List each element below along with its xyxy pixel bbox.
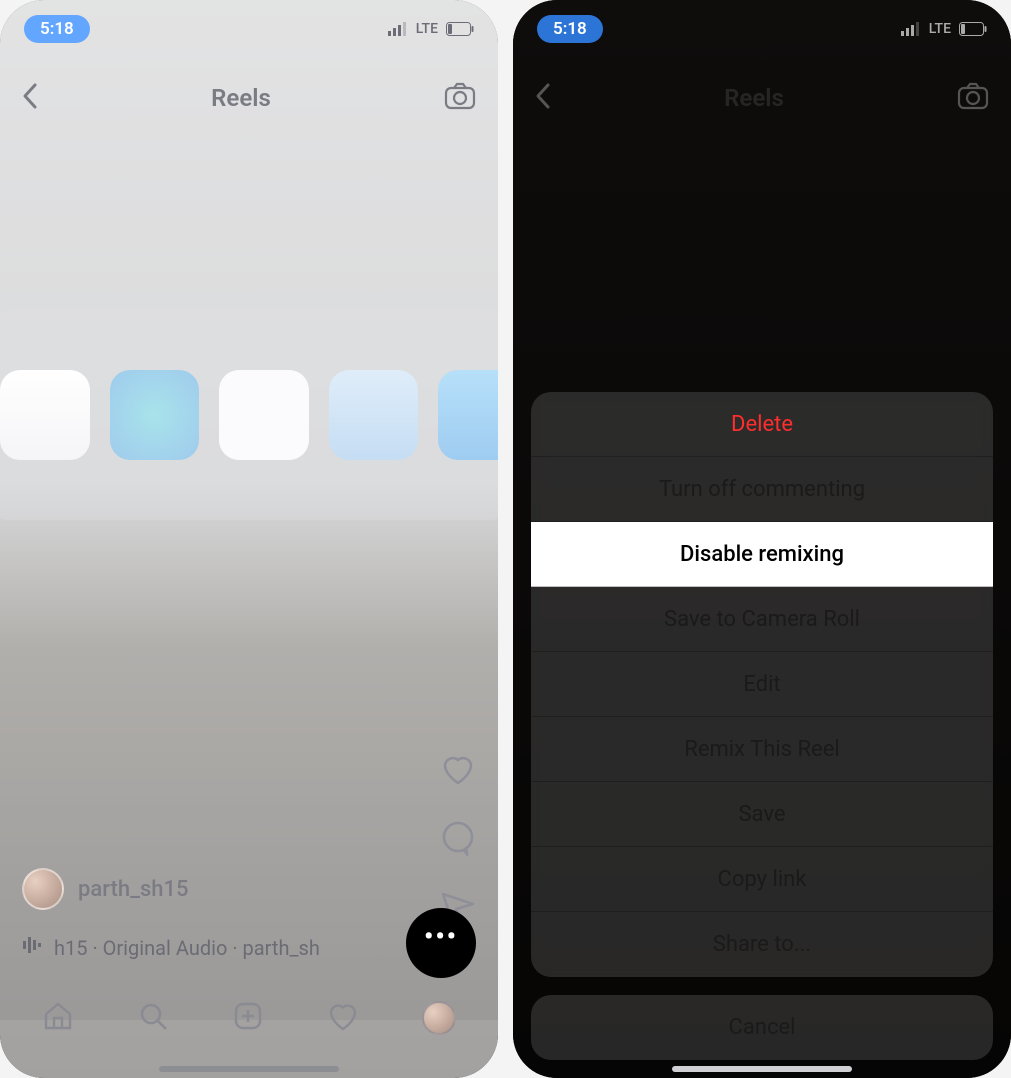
battery-icon: [446, 22, 474, 36]
home-indicator[interactable]: [159, 1066, 339, 1072]
sheet-item-save-camera-roll[interactable]: Save to Camera Roll: [531, 587, 993, 652]
audio-label: h15 · Original Audio · parth_sh: [54, 936, 320, 960]
sheet-item-edit[interactable]: Edit: [531, 652, 993, 717]
like-icon[interactable]: [440, 752, 476, 790]
home-icon[interactable]: [42, 1000, 74, 1036]
comment-icon[interactable]: [440, 820, 476, 860]
status-bar: 5:18 LTE: [513, 14, 1011, 44]
sheet-item-turn-off-commenting[interactable]: Turn off commenting: [531, 457, 993, 522]
audio-row[interactable]: h15 · Original Audio · parth_sh: [22, 935, 378, 960]
page-title: Reels: [724, 84, 784, 112]
sheet-item-delete[interactable]: Delete: [531, 392, 993, 457]
sheet-item-disable-remixing[interactable]: Disable remixing: [531, 522, 993, 587]
status-bar: 5:18 LTE: [0, 14, 498, 44]
back-icon[interactable]: [22, 82, 38, 114]
page-title: Reels: [211, 84, 271, 112]
action-rail: [440, 752, 476, 928]
phone-screen-left: 5:18 LTE Reels •••: [0, 0, 498, 1078]
top-nav: Reels: [0, 68, 498, 128]
home-indicator[interactable]: [672, 1066, 852, 1072]
activity-icon[interactable]: [327, 1001, 359, 1035]
sheet-item-share-to[interactable]: Share to...: [531, 912, 993, 977]
user-row[interactable]: parth_sh15: [22, 868, 189, 910]
search-icon[interactable]: [137, 1000, 169, 1036]
username-label: parth_sh15: [78, 877, 189, 902]
sheet-item-save[interactable]: Save: [531, 782, 993, 847]
bottom-nav: [0, 988, 498, 1060]
sheet-item-remix-this-reel[interactable]: Remix This Reel: [531, 717, 993, 782]
avatar: [22, 868, 64, 910]
avatar: [422, 1001, 456, 1035]
create-icon[interactable]: [232, 1000, 264, 1036]
camera-icon: [957, 82, 989, 114]
sheet-item-copy-link[interactable]: Copy link: [531, 847, 993, 912]
sheet-cancel-button[interactable]: Cancel: [531, 995, 993, 1060]
cellular-signal-icon: [901, 22, 921, 36]
battery-icon: [959, 22, 987, 36]
audio-bars-icon: [22, 935, 42, 960]
phone-screen-right: 5:18 LTE Reels Delete Turn off commentin…: [513, 0, 1011, 1078]
profile-tab[interactable]: [422, 1001, 456, 1035]
top-nav: Reels: [513, 68, 1011, 128]
status-time: 5:18: [24, 15, 90, 43]
network-label: LTE: [929, 21, 951, 37]
camera-icon[interactable]: [444, 82, 476, 114]
action-sheet-container: Delete Turn off commenting Disable remix…: [531, 392, 993, 1060]
status-time: 5:18: [537, 15, 603, 43]
action-sheet: Delete Turn off commenting Disable remix…: [531, 392, 993, 977]
more-icon: •••: [424, 922, 458, 952]
cellular-signal-icon: [388, 22, 408, 36]
more-options-button[interactable]: •••: [406, 908, 476, 978]
network-label: LTE: [416, 21, 438, 37]
back-icon: [535, 82, 551, 114]
